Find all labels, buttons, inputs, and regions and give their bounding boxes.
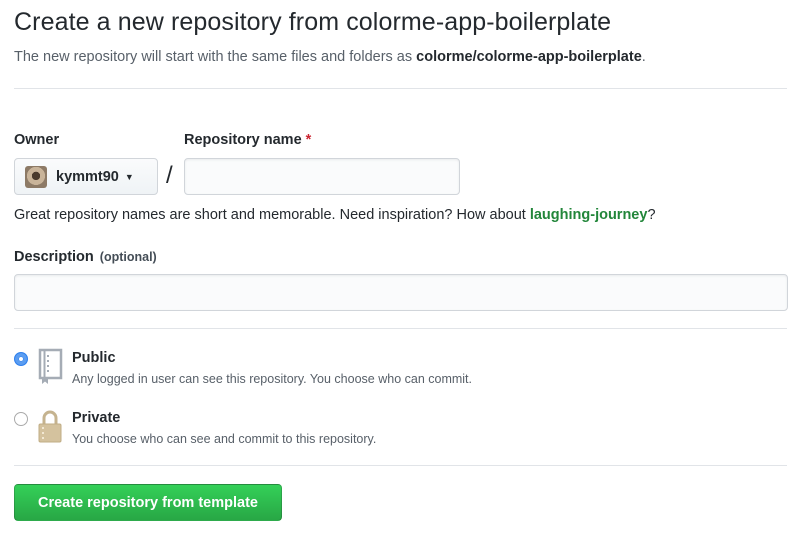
name-help-suffix: ? bbox=[647, 207, 656, 223]
description-label-text: Description bbox=[14, 249, 94, 265]
required-mark: * bbox=[305, 132, 312, 148]
optional-hint: (optional) bbox=[99, 250, 157, 264]
owner-repo-separator: / bbox=[166, 162, 173, 189]
header-divider bbox=[14, 88, 787, 89]
description-divider bbox=[14, 328, 787, 329]
page-subtitle: The new repository will start with the s… bbox=[14, 49, 646, 65]
create-repository-button[interactable]: Create repository from template bbox=[14, 484, 282, 521]
visibility-divider bbox=[14, 465, 787, 466]
owner-select-button[interactable]: kymmt90 ▼ bbox=[14, 158, 158, 195]
private-title: Private bbox=[72, 410, 121, 426]
repo-icon bbox=[38, 348, 63, 384]
caret-down-icon: ▼ bbox=[124, 171, 134, 182]
page-title: Create a new repository from colorme-app… bbox=[14, 8, 612, 36]
repo-name-label-text: Repository name bbox=[184, 132, 302, 148]
name-suggestion-link[interactable]: laughing-journey bbox=[530, 207, 648, 223]
private-description: You choose who can see and commit to thi… bbox=[72, 432, 377, 446]
lock-icon bbox=[38, 410, 62, 443]
subtitle-suffix: . bbox=[641, 49, 646, 65]
subtitle-prefix: The new repository will start with the s… bbox=[14, 49, 417, 65]
owner-name: kymmt90 bbox=[56, 168, 119, 185]
template-name: colorme/colorme-app-boilerplate bbox=[416, 49, 642, 65]
description-input[interactable] bbox=[14, 274, 788, 311]
public-title: Public bbox=[72, 350, 116, 366]
private-radio[interactable] bbox=[14, 412, 28, 426]
avatar bbox=[25, 165, 47, 188]
description-label: Description (optional) bbox=[14, 249, 157, 265]
public-radio[interactable] bbox=[14, 352, 28, 366]
name-help-prefix: Great repository names are short and mem… bbox=[14, 207, 530, 223]
owner-label: Owner bbox=[14, 132, 60, 148]
name-help-text: Great repository names are short and mem… bbox=[14, 207, 656, 223]
repo-name-label: Repository name * bbox=[184, 132, 311, 148]
create-repo-page: Create a new repository from colorme-app… bbox=[0, 0, 800, 544]
repository-name-input[interactable] bbox=[184, 158, 460, 195]
public-description: Any logged in user can see this reposito… bbox=[72, 372, 472, 386]
